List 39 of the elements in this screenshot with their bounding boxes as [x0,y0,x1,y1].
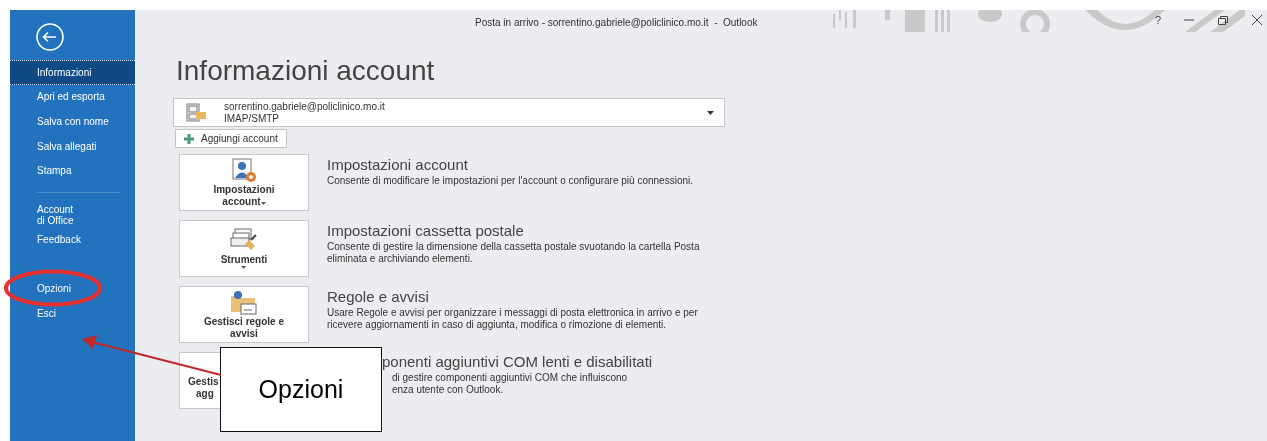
section-title: Impostazioni cassetta postale [327,221,525,241]
account-dropdown[interactable]: sorrentino.gabriele@policlinico.mo.it IMAP/SMTP [173,98,725,127]
card-button[interactable]: Strumenti [179,220,309,277]
sidebar-item[interactable]: Opzioni [10,276,135,301]
account-settings-icon [229,157,259,184]
sidebar-item[interactable]: Feedback [10,226,135,252]
section-title: Regole e avvisi [327,287,430,307]
card-button[interactable]: Gestis agg [179,352,220,409]
mailbox-icon [185,101,207,124]
rules-folder-icon [229,289,259,316]
account-email: sorrentino.gabriele@policlinico.mo.it [224,100,386,113]
sidebar-item[interactable]: Stampa [10,158,135,203]
window-title: Posta in arrivo - sorrentino.gabriele@policlinico.mo.it - Outlook [475,16,758,28]
caret-icon [260,201,266,205]
section-title: Impostazioni account [327,155,469,175]
restore-icon[interactable] [1217,14,1229,26]
sidebar-item[interactable]: Apri ed esporta [10,84,135,110]
dropdown-caret-icon [707,110,714,115]
account-type: IMAP/SMTP [224,112,280,125]
section-title: ponenti aggiuntivi COM lenti e disabilitati [382,352,654,372]
sidebar-item[interactable]: Salva allegati [10,133,135,159]
sidebar-item[interactable]: Informazioni [10,60,135,85]
section-description: Consente di modificare le impostazioni per l'account o configurare più connessioni. [327,175,694,187]
plus-icon [184,133,194,144]
back-icon[interactable] [35,22,65,52]
section-description: Usare Regole e avvisi per organizzare i messaggi di posta elettronica in arrivo e per ricevere aggiornamenti in caso di aggiunta, modifica o rimozione di elementi. [327,307,699,331]
caret-icon [241,266,247,269]
sidebar-item[interactable]: Account di Office [10,202,135,227]
sidebar-item[interactable]: Salva con nome [10,109,135,134]
add-account-button[interactable]: Aggiungi account [175,129,287,148]
callout-label: Opzioni [220,347,382,432]
section-description: di gestire componenti aggiuntivi COM che influiscono enza utente con Outlook. [391,372,629,396]
card-button[interactable]: Impostazioni account [179,154,309,211]
section-description: Consente di gestire la dimensione della cassetta postale svuotando la cartella Posta eliminata e archiviando elementi. [327,241,701,265]
close-icon[interactable] [1251,14,1263,26]
card-button[interactable]: Gestisci regole e avvisi [179,286,309,343]
sidebar-item[interactable]: Esci [10,300,135,326]
help-button[interactable]: ? [1154,14,1161,26]
page-title: Informazioni account [176,54,435,88]
